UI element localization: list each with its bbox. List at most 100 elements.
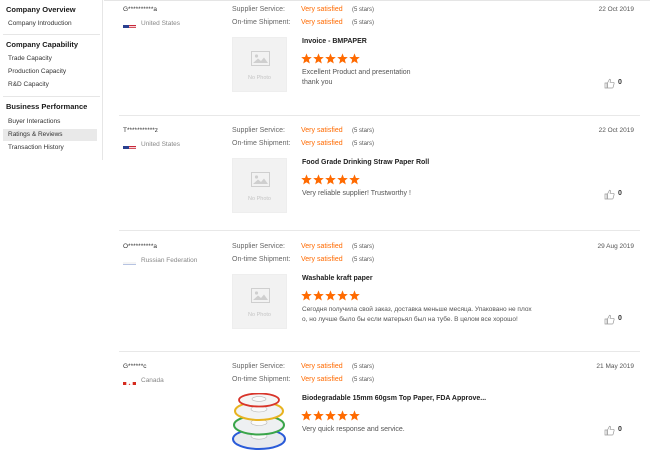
star-icon	[313, 410, 324, 421]
star-icon	[313, 290, 324, 301]
ontime-shipment-value: Very satisfied	[301, 376, 343, 383]
reviewer-name: O**********a	[123, 243, 157, 250]
review-date: 29 Aug 2019	[597, 243, 634, 250]
sidebar-item-transaction-history[interactable]: Transaction History	[3, 142, 97, 154]
star-icon	[301, 53, 312, 64]
ontime-shipment-label: On-time Shipment:	[232, 376, 291, 383]
us-flag-icon	[123, 141, 136, 149]
ca-flag-icon	[123, 377, 136, 385]
review-divider	[119, 115, 640, 116]
sidebar-item-trade-capacity[interactable]: Trade Capacity	[3, 53, 97, 65]
supplier-service-label: Supplier Service:	[232, 363, 285, 370]
supplier-service-value: Very satisfied	[301, 127, 343, 134]
rating-stars	[301, 408, 361, 421]
supplier-service-stars: (5 stars)	[352, 364, 375, 370]
supplier-service-label: Supplier Service:	[232, 6, 285, 13]
sidebar-heading-company-overview: Company Overview	[6, 5, 76, 14]
comment-line: Very quick response and service.	[302, 426, 405, 433]
supplier-service-stars: (5 stars)	[352, 244, 375, 250]
star-icon	[325, 290, 336, 301]
comment-line: Excellent Product and presentation	[302, 69, 411, 76]
ru-flag-icon	[123, 257, 136, 265]
reviewer-name: T***********z	[123, 127, 159, 134]
ontime-shipment-stars: (5 stars)	[352, 257, 375, 263]
country-name: Russian Federation	[141, 257, 198, 264]
sidebar-item-ratings-reviews[interactable]: Ratings & Reviews	[3, 129, 97, 141]
review-date: 21 May 2019	[596, 363, 634, 370]
star-icon	[337, 290, 348, 301]
review-date: 22 Oct 2019	[598, 6, 634, 13]
ontime-shipment-stars: (5 stars)	[352, 141, 375, 147]
comment-line: thank you	[302, 79, 333, 86]
image-placeholder-icon	[251, 288, 270, 303]
country-name: United States	[141, 20, 181, 27]
review-comment: Excellent Product and presentation thank…	[302, 68, 582, 88]
sidebar-heading-company-capability: Company Capability	[6, 40, 79, 49]
product-photo[interactable]	[232, 392, 287, 450]
review-comment: Very quick response and service.	[302, 425, 582, 435]
ontime-shipment-label: On-time Shipment:	[232, 19, 291, 26]
like-count: 0	[618, 190, 622, 197]
image-placeholder-icon	[251, 51, 270, 66]
ontime-shipment-value: Very satisfied	[301, 19, 343, 26]
product-name-link[interactable]: Food Grade Drinking Straw Paper Roll	[302, 159, 429, 166]
reviewer-name: G******c	[123, 363, 147, 370]
no-photo-text: No Photo	[248, 312, 271, 318]
like-count: 0	[618, 315, 622, 322]
paper-rolls-image	[232, 392, 287, 450]
like-count: 0	[618, 426, 622, 433]
content-top-border	[104, 0, 650, 1]
star-icon	[301, 290, 312, 301]
star-icon	[325, 53, 336, 64]
like-count: 0	[618, 79, 622, 86]
star-icon	[349, 290, 360, 301]
supplier-service-label: Supplier Service:	[232, 243, 285, 250]
star-icon	[337, 410, 348, 421]
ontime-shipment-stars: (5 stars)	[352, 20, 375, 26]
review-divider	[119, 230, 640, 231]
star-icon	[349, 410, 360, 421]
star-icon	[337, 174, 348, 185]
image-placeholder-icon	[251, 172, 270, 187]
review-comment: Сегодня получила свой заказ, доставка ме…	[302, 305, 592, 325]
ontime-shipment-label: On-time Shipment:	[232, 140, 291, 147]
thumbs-up-icon	[604, 425, 615, 436]
comment-line: Сегодня получила свой заказ, доставка ме…	[302, 306, 532, 313]
review-divider	[119, 351, 640, 352]
sidebar-divider	[3, 96, 100, 97]
no-photo-text: No Photo	[248, 75, 271, 81]
sidebar-item-buyer-interactions[interactable]: Buyer Interactions	[3, 116, 97, 128]
sidebar-divider	[3, 34, 100, 35]
sidebar-item-rd-capacity[interactable]: R&D Capacity	[3, 79, 97, 91]
star-icon	[301, 410, 312, 421]
thumbs-up-icon	[604, 189, 615, 200]
product-name-link[interactable]: Invoice - BMPAPER	[302, 38, 367, 45]
rating-stars	[301, 288, 361, 301]
country-name: Canada	[141, 377, 164, 384]
ontime-shipment-value: Very satisfied	[301, 256, 343, 263]
review-date: 22 Oct 2019	[598, 127, 634, 134]
star-icon	[337, 53, 348, 64]
rating-stars	[301, 172, 361, 185]
supplier-service-value: Very satisfied	[301, 363, 343, 370]
thumbs-up-icon	[604, 314, 615, 325]
star-icon	[349, 53, 360, 64]
product-thumbnail[interactable]: No Photo	[232, 274, 287, 329]
star-icon	[313, 174, 324, 185]
star-icon	[349, 174, 360, 185]
product-name-link[interactable]: Biodegradable 15mm 60gsm Top Paper, FDA …	[302, 395, 486, 402]
reviewer-name: G**********a	[123, 6, 157, 13]
star-icon	[325, 174, 336, 185]
sidebar: Company Overview Company Introduction Co…	[0, 0, 103, 160]
product-thumbnail[interactable]: No Photo	[232, 158, 287, 213]
sidebar-item-production-capacity[interactable]: Production Capacity	[3, 66, 97, 78]
ontime-shipment-label: On-time Shipment:	[232, 256, 291, 263]
no-photo-text: No Photo	[248, 196, 271, 202]
us-flag-icon	[123, 20, 136, 28]
supplier-service-stars: (5 stars)	[352, 128, 375, 134]
product-thumbnail[interactable]: No Photo	[232, 37, 287, 92]
thumbs-up-icon	[604, 78, 615, 89]
sidebar-item-company-introduction[interactable]: Company Introduction	[3, 18, 97, 30]
product-name-link[interactable]: Washable kraft paper	[302, 275, 373, 282]
star-icon	[313, 53, 324, 64]
